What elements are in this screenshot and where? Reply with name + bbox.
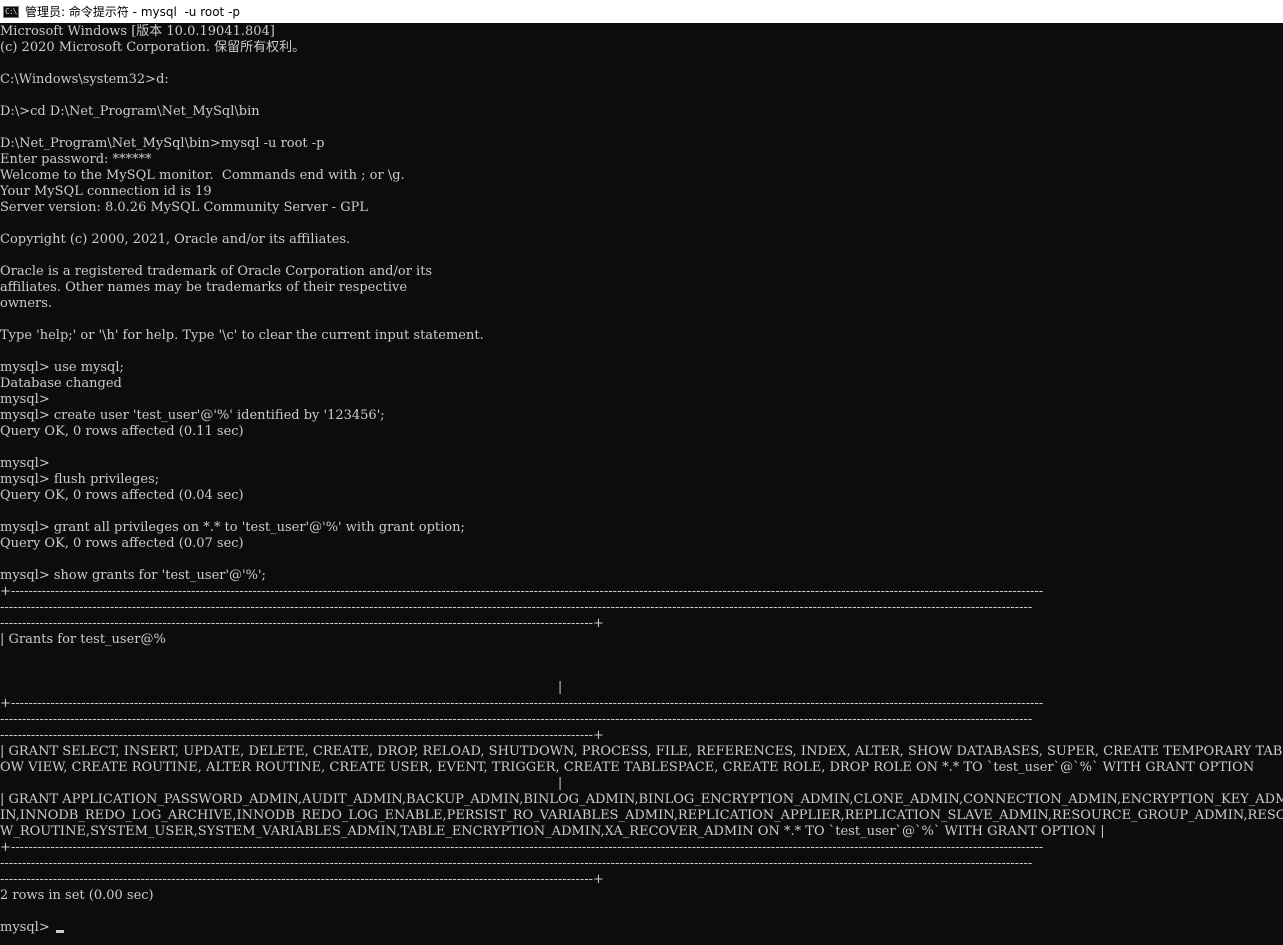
console-line: Enter password: ****** bbox=[0, 152, 152, 167]
console-line: ----------------------------------------… bbox=[0, 728, 604, 743]
console-line: ----------------------------------------… bbox=[0, 872, 604, 887]
console-line: Your MySQL connection id is 19 bbox=[0, 184, 212, 199]
text-cursor bbox=[55, 930, 64, 933]
title-bar[interactable]: C:\ 管理员: 命令提示符 - mysql -u root -p bbox=[0, 0, 1283, 23]
console-line: ----------------------------------------… bbox=[0, 712, 1033, 727]
console-line: mysql> create user 'test_user'@'%' ident… bbox=[0, 408, 385, 423]
console-line: Copyright (c) 2000, 2021, Oracle and/or … bbox=[0, 232, 351, 247]
console-prompt-line: mysql> bbox=[0, 920, 1283, 936]
console-line: Database changed bbox=[0, 376, 122, 391]
console-line: IN,INNODB_REDO_LOG_ARCHIVE,INNODB_REDO_L… bbox=[0, 808, 1283, 823]
console-line: D:\>cd D:\Net_Program\Net_MySql\bin bbox=[0, 104, 260, 119]
console-line: ----------------------------------------… bbox=[0, 600, 1033, 615]
console-output[interactable]: Microsoft Windows [版本 10.0.19041.804] (c)… bbox=[0, 24, 1283, 945]
console-line: | bbox=[0, 680, 563, 695]
console-line: mysql> use mysql; bbox=[0, 360, 124, 375]
console-line: +---------------------------------------… bbox=[0, 696, 1044, 711]
console-line: owners. bbox=[0, 296, 53, 311]
console-line: Oracle is a registered trademark of Orac… bbox=[0, 264, 433, 279]
console-line: | GRANT SELECT, INSERT, UPDATE, DELETE, … bbox=[0, 744, 1283, 759]
console-line: +---------------------------------------… bbox=[0, 840, 1044, 855]
console-line: Query OK, 0 rows affected (0.07 sec) bbox=[0, 536, 244, 551]
console-line: mysql> flush privileges; bbox=[0, 472, 160, 487]
console-icon: C:\ bbox=[3, 5, 19, 18]
console-line: mysql> bbox=[0, 456, 50, 471]
console-line: Microsoft Windows [版本 10.0.19041.804] bbox=[0, 24, 275, 39]
console-line: ----------------------------------------… bbox=[0, 616, 604, 631]
console-line: W_ROUTINE,SYSTEM_USER,SYSTEM_VARIABLES_A… bbox=[0, 824, 1105, 839]
console-line: Server version: 8.0.26 MySQL Community S… bbox=[0, 200, 368, 215]
console-line: D:\Net_Program\Net_MySql\bin>mysql -u ro… bbox=[0, 136, 325, 151]
command-prompt-window: C:\ 管理员: 命令提示符 - mysql -u root -p Micros… bbox=[0, 0, 1283, 945]
window-title: 管理员: 命令提示符 - mysql -u root -p bbox=[25, 5, 241, 19]
console-line: mysql> grant all privileges on *.* to 't… bbox=[0, 520, 465, 535]
console-line: mysql> show grants for 'test_user'@'%'; bbox=[0, 568, 266, 583]
console-line: mysql> bbox=[0, 392, 50, 407]
console-line: OW VIEW, CREATE ROUTINE, ALTER ROUTINE, … bbox=[0, 760, 1255, 775]
console-line: | GRANT APPLICATION_PASSWORD_ADMIN,AUDIT… bbox=[0, 792, 1283, 807]
console-line: 2 rows in set (0.00 sec) bbox=[0, 888, 154, 903]
console-line: | Grants for test_user@% bbox=[0, 632, 166, 647]
console-line: (c) 2020 Microsoft Corporation. 保留所有权利。 bbox=[0, 40, 306, 55]
console-line: Welcome to the MySQL monitor. Commands e… bbox=[0, 168, 405, 183]
console-line: ----------------------------------------… bbox=[0, 856, 1033, 871]
console-line: +---------------------------------------… bbox=[0, 584, 1044, 599]
console-line: Type 'help;' or '\h' for help. Type '\c'… bbox=[0, 328, 484, 343]
console-line: Query OK, 0 rows affected (0.04 sec) bbox=[0, 488, 244, 503]
console-line: Query OK, 0 rows affected (0.11 sec) bbox=[0, 424, 244, 439]
console-line: | bbox=[0, 776, 563, 791]
console-line: affiliates. Other names may be trademark… bbox=[0, 280, 408, 295]
console-line: C:\Windows\system32>d: bbox=[0, 72, 169, 87]
